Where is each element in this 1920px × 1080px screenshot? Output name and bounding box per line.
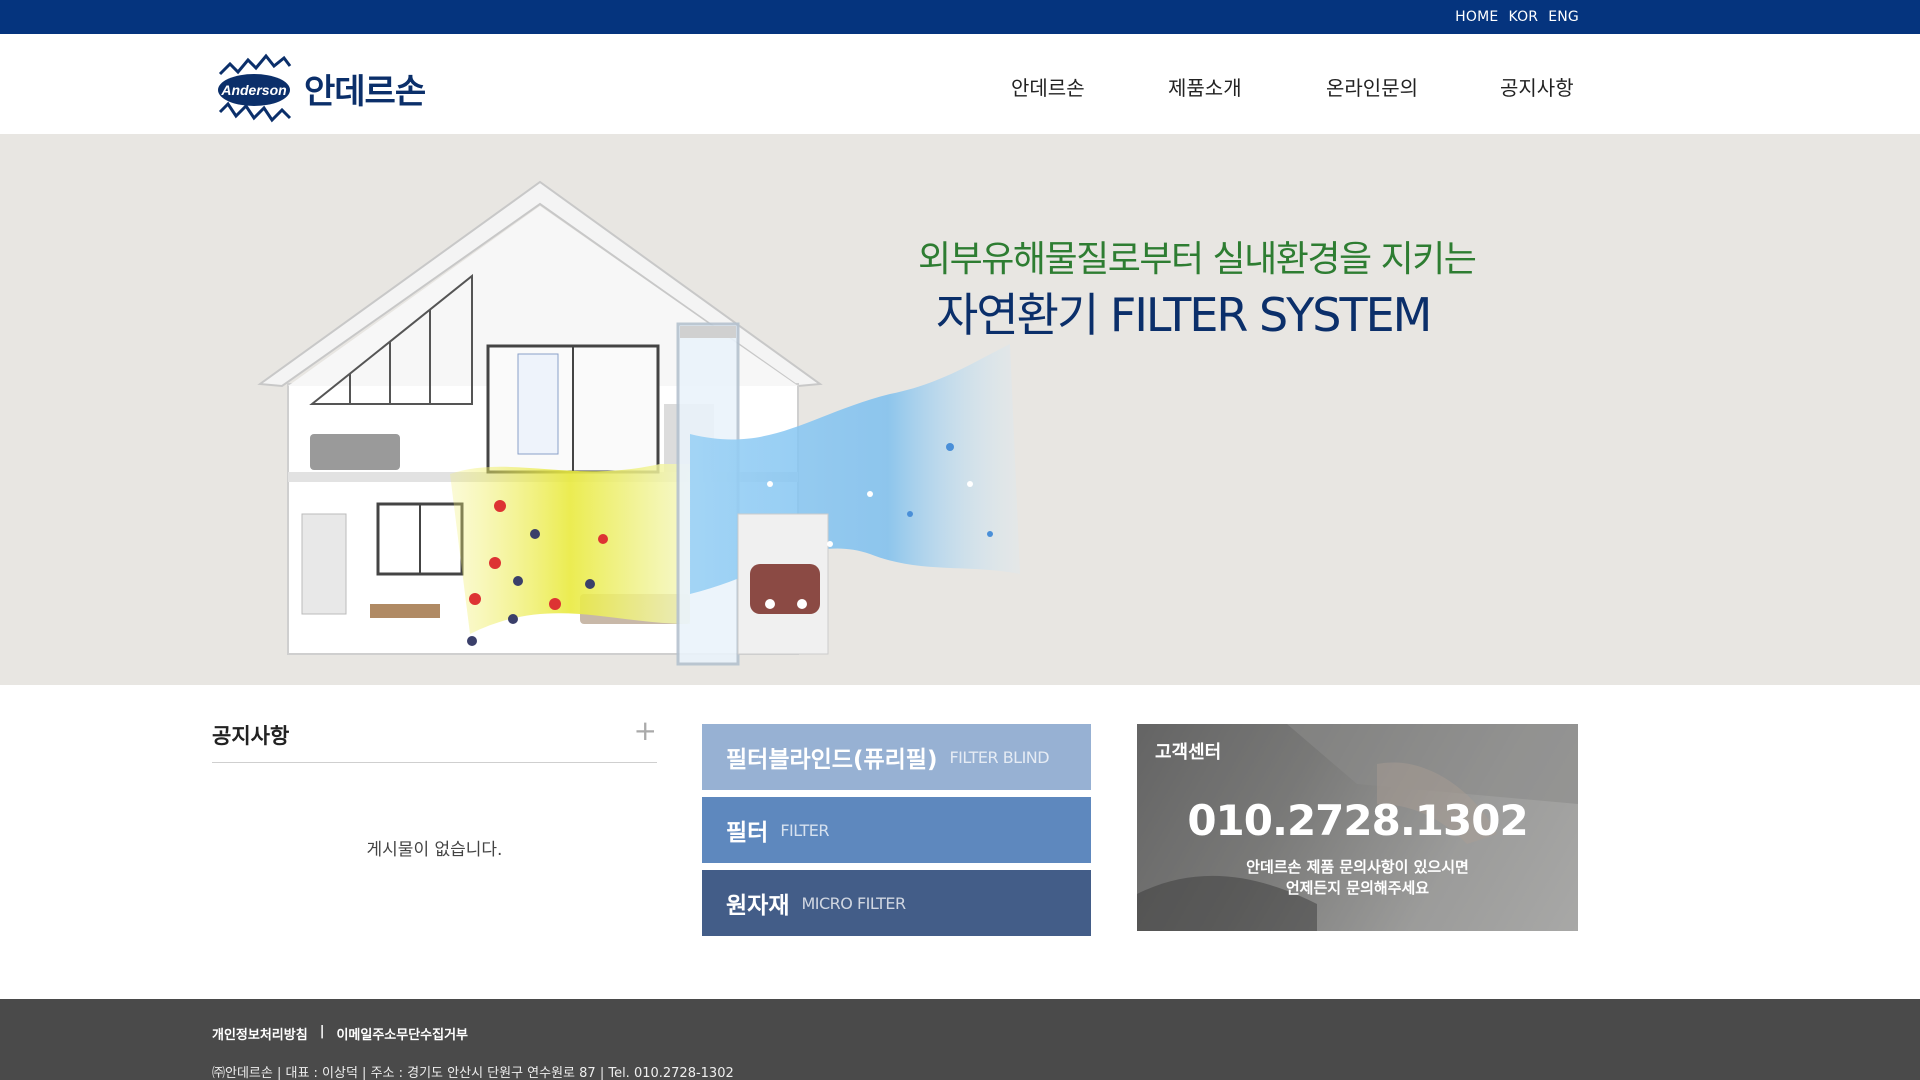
logo-mark-text: Anderson [220, 82, 286, 98]
hero-title: 자연환기 FILTER SYSTEM [936, 288, 1432, 342]
utility-links: HOME KOR ENG [1455, 9, 1579, 25]
hero-banner: 외부유해물질로부터 실내환경을 지키는 자연환기 FILTER SYSTEM [0, 134, 1920, 685]
product-label-ko: 원자재 [726, 893, 790, 919]
notice-more-icon[interactable]: + [634, 714, 657, 747]
nav-item-inquiry[interactable]: 온라인문의 [1326, 72, 1418, 101]
privacy-policy-link[interactable]: 개인정보처리방침 [212, 1024, 308, 1043]
notice-panel: 공지사항 + 게시물이 없습니다. [212, 714, 657, 860]
eng-link[interactable]: ENG [1548, 9, 1579, 25]
customer-center-phone: 010.2728.1302 [1187, 796, 1528, 845]
customer-center-desc-line2: 언제든지 문의해주세요 [1285, 879, 1430, 897]
product-label-en: MICRO FILTER [801, 893, 906, 913]
email-refusal-link[interactable]: 이메일주소무단수집거부 [336, 1024, 468, 1043]
notice-empty-message: 게시물이 없습니다. [366, 840, 503, 860]
customer-center-title: 고객센터 [1155, 742, 1222, 763]
site-footer: 개인정보처리방침 | 이메일주소무단수집거부 ㈜안데르손 | 대표 : 이상덕 … [0, 999, 1920, 1080]
product-label-en: FILTER [780, 820, 829, 840]
product-button-filter-blind[interactable]: 필터블라인드(퓨리필) FILTER BLIND [702, 724, 1091, 790]
site-header: Anderson 안데르손 안데르손 제품소개 온라인문의 공지사항 [0, 34, 1920, 134]
nav-item-products[interactable]: 제품소개 [1168, 72, 1242, 101]
product-button-micro-filter[interactable]: 원자재 MICRO FILTER [702, 870, 1091, 936]
hero-subtitle: 외부유해물질로부터 실내환경을 지키는 [918, 239, 1477, 280]
nav-item-anderson[interactable]: 안데르손 [1011, 72, 1085, 101]
customer-center-desc-line1: 안데르손 제품 문의사항이 있으시면 [1246, 858, 1469, 876]
logo-text: 안데르손 [304, 71, 426, 112]
notice-title: 공지사항 [212, 724, 290, 748]
footer-links: 개인정보처리방침 | 이메일주소무단수집거부 [212, 1024, 468, 1043]
notice-divider [212, 762, 657, 763]
footer-link-separator: | [319, 1024, 325, 1039]
home-link[interactable]: HOME [1455, 9, 1498, 25]
anderson-logo-icon: Anderson [218, 53, 292, 123]
customer-center-desc: 안데르손 제품 문의사항이 있으시면 언제든지 문의해주세요 [1137, 857, 1578, 899]
site-logo[interactable]: Anderson 안데르손 [216, 52, 426, 124]
product-button-filter[interactable]: 필터 FILTER [702, 797, 1091, 863]
customer-center-box: 고객센터 010.2728.1302 안데르손 제품 문의사항이 있으시면 언제… [1137, 724, 1578, 931]
nav-item-notice[interactable]: 공지사항 [1500, 72, 1574, 101]
company-info: ㈜안데르손 | 대표 : 이상덕 | 주소 : 경기도 안산시 단원구 연수원로… [212, 1066, 734, 1080]
product-label-ko: 필터블라인드(퓨리필) [726, 747, 938, 773]
product-label-ko: 필터 [726, 820, 769, 846]
top-utility-bar: HOME KOR ENG [0, 0, 1920, 34]
kor-link[interactable]: KOR [1508, 9, 1538, 25]
product-label-en: FILTER BLIND [949, 747, 1050, 767]
